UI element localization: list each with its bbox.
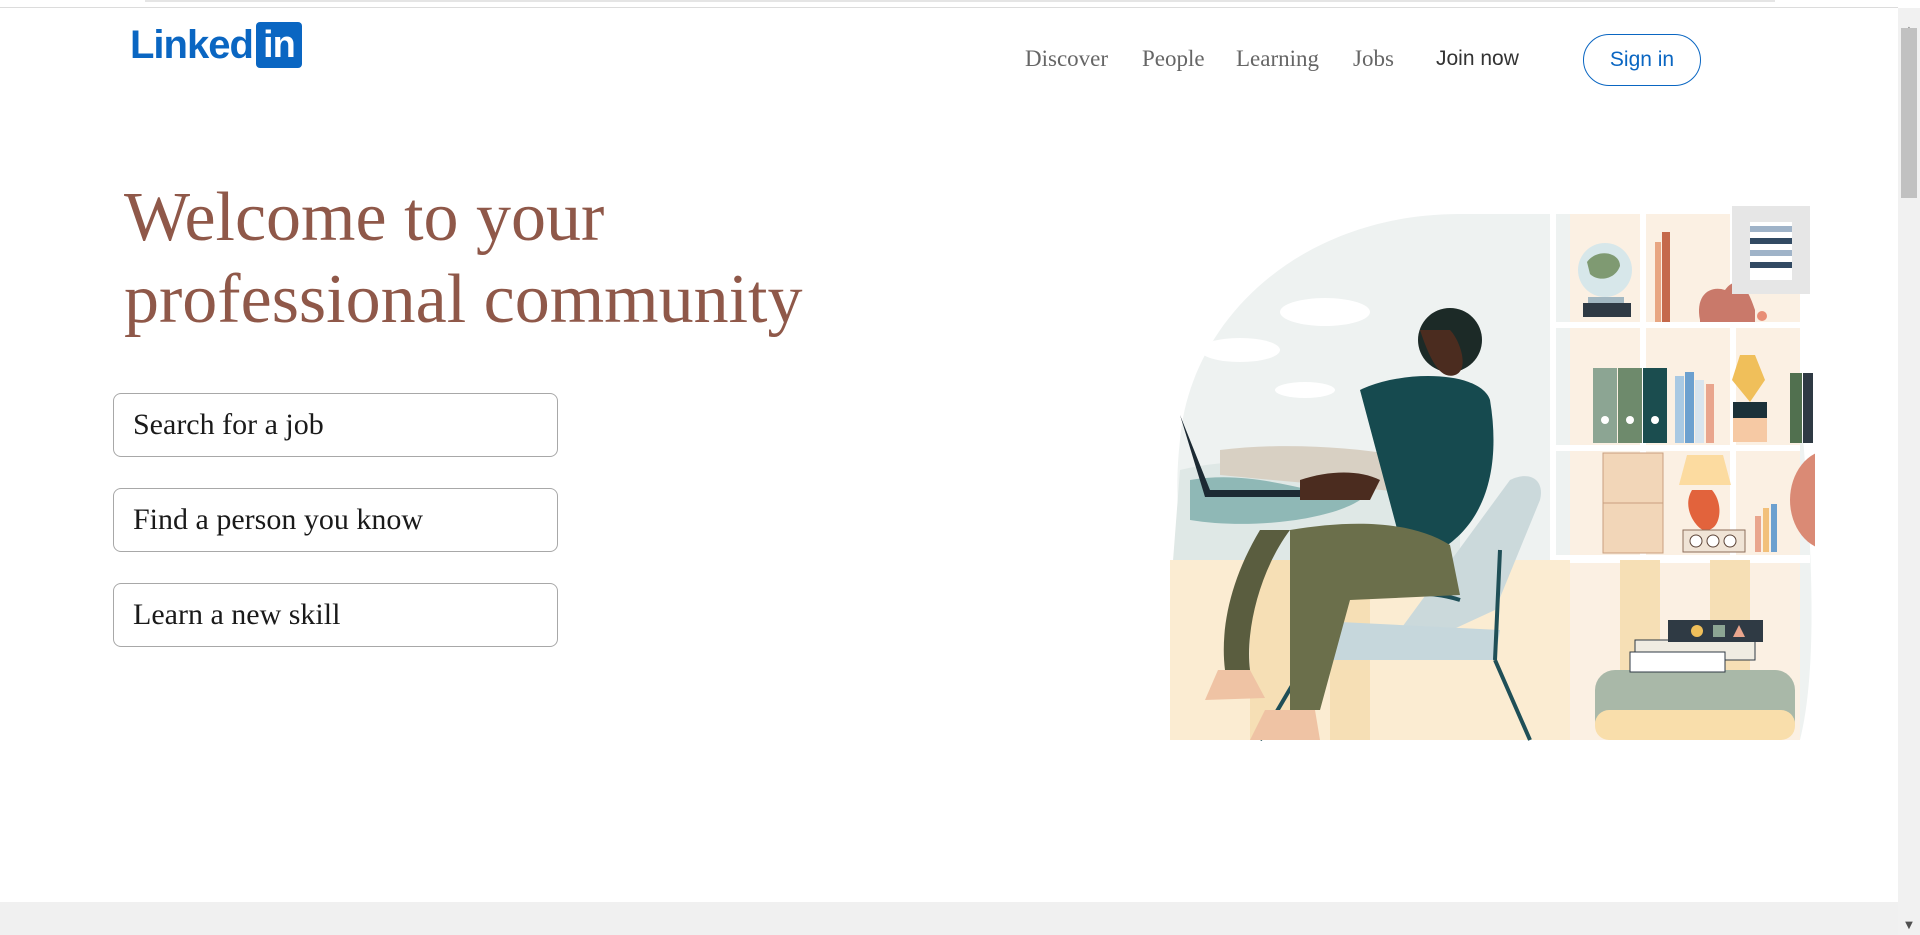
scroll-thumb[interactable] <box>1901 28 1917 198</box>
hero-headline: Welcome to your professional community <box>124 177 844 341</box>
nav-learning[interactable]: Learning <box>1236 46 1319 72</box>
nav-discover[interactable]: Discover <box>1025 46 1108 72</box>
scrollbar[interactable]: ▲ ▼ <box>1898 8 1920 935</box>
person-working-on-laptop-illustration <box>1170 214 1815 742</box>
nav-jobs[interactable]: Jobs <box>1353 46 1394 72</box>
join-now-link[interactable]: Join now <box>1436 47 1519 71</box>
top-strip <box>145 0 1775 2</box>
learn-skill-button[interactable]: Learn a new skill <box>113 583 558 647</box>
scroll-down-icon[interactable]: ▼ <box>1898 919 1920 933</box>
nav-people[interactable]: People <box>1142 46 1205 72</box>
header-divider <box>0 7 1898 8</box>
footer-band <box>0 902 1898 935</box>
headline-line-2: professional community <box>124 261 803 338</box>
linkedin-logo[interactable]: Linked in <box>130 22 302 68</box>
search-job-button[interactable]: Search for a job <box>113 393 558 457</box>
sign-in-button[interactable]: Sign in <box>1583 34 1701 86</box>
thumbnail-image <box>1732 206 1810 294</box>
find-person-button[interactable]: Find a person you know <box>113 488 558 552</box>
logo-wordmark: Linked <box>130 23 254 67</box>
logo-in-box: in <box>255 22 302 68</box>
headline-line-1: Welcome to your <box>124 179 605 256</box>
